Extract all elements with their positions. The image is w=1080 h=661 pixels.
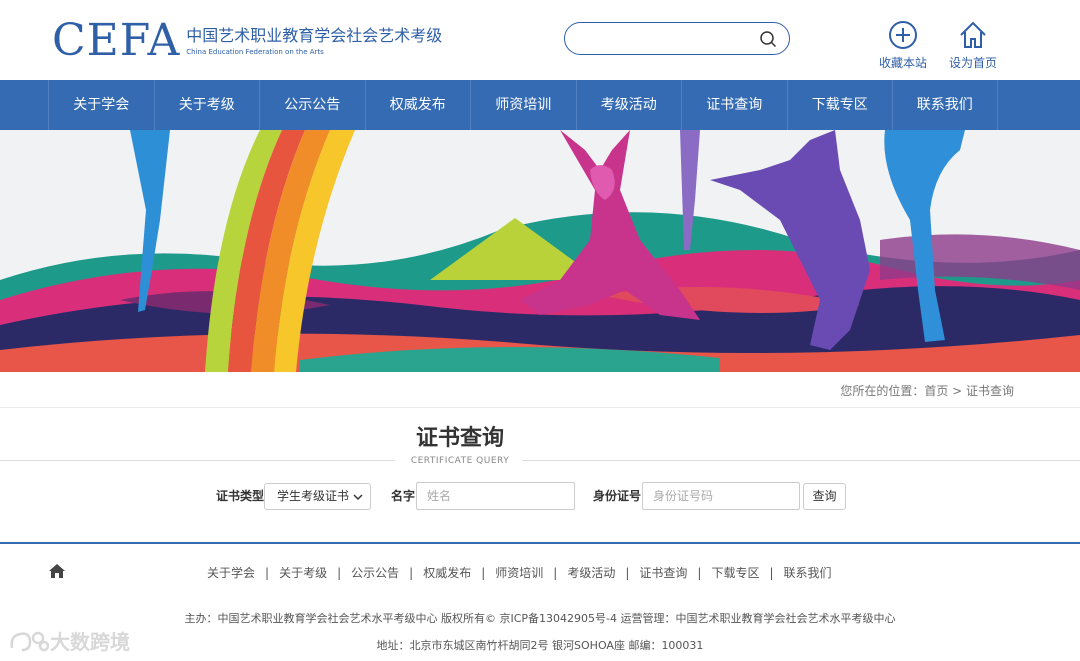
search-input[interactable] [579,29,749,49]
nav-item-announcements[interactable]: 公示公告 [259,80,365,130]
nav-item-about-society[interactable]: 关于学会 [48,80,154,130]
nav-item-exam-activities[interactable]: 考级活动 [575,80,682,130]
query-button[interactable]: 查询 [803,483,846,510]
footer-address: 地址：北京市东城区南竹杆胡同2号 银河SOHOA座 邮编：100031 [376,639,704,652]
site-header: CEFA 中国艺术职业教育学会社会艺术考级 China Education Fe… [0,0,1080,80]
footer-divider [0,542,1080,544]
footer-separator: | [481,566,486,580]
title-divider-right [522,460,1080,461]
footer-separator: | [625,566,630,580]
footer-separator: | [337,566,342,580]
watermark-logo-icon [10,631,50,651]
footer-separator: | [553,566,558,580]
footer-link-announcements[interactable]: 公示公告 [351,566,399,580]
chevron-down-icon [353,494,363,501]
id-number-input[interactable]: 身份证号码 [642,482,800,510]
hero-banner [0,130,1080,372]
nav-item-about-exam[interactable]: 关于考级 [153,80,260,130]
set-homepage-button[interactable]: 设为首页 [943,20,1003,71]
footer-links: 关于学会 | 关于考级 | 公示公告 | 权威发布 | 师资培训 | 考级活动 | 证书查询 | 下载专区 |… [207,564,832,581]
name-input[interactable]: 姓名 [416,482,575,510]
page-title: 证书查询 [415,426,504,451]
section-title: 证书查询 CERTIFICATE QUERY [395,424,525,466]
breadcrumb: 您所在的位置：首页 > 证书查询 [840,384,1014,398]
add-favorite-label: 收藏本站 [878,56,927,70]
watermark: 大数跨境 [8,626,130,655]
id-number-label: 身份证号 [593,489,642,503]
nav-item-teacher-training[interactable]: 师资培训 [470,80,576,130]
footer-separator: | [769,566,774,580]
nav-item-contact[interactable]: 联系我们 [892,80,998,130]
plus-circle-icon [889,21,917,49]
certificate-type-select[interactable]: 学生考级证书 [264,483,371,510]
footer-link-contact[interactable]: 联系我们 [784,566,832,580]
main-nav: 关于学会 关于考级 公示公告 权威发布 师资培训 考级活动 证书查询 下载专区 … [0,80,1080,130]
footer-link-about-exam[interactable]: 关于考级 [279,566,327,580]
certificate-query-form: 证书类型 学生考级证书 名字 姓名 身份证号 身份证号码 查询 [0,482,1080,510]
title-divider-left [0,460,395,461]
home-outline-icon [960,21,986,48]
banner-artwork [0,130,1080,372]
footer-copyright: 主办：中国艺术职业教育学会社会艺术水平考级中心 版权所有© 京ICP备13042… [184,612,896,625]
home-icon[interactable] [48,563,66,579]
set-homepage-label: 设为首页 [948,56,997,70]
watermark-text: 大数跨境 [50,630,130,654]
footer-link-exam-activities[interactable]: 考级活动 [567,566,615,580]
nav-item-downloads[interactable]: 下载专区 [786,80,893,130]
footer-link-official-release[interactable]: 权威发布 [423,566,471,580]
search-icon[interactable] [759,30,777,48]
nav-item-certificate-query[interactable]: 证书查询 [681,80,787,130]
footer-link-teacher-training[interactable]: 师资培训 [495,566,543,580]
nav-item-official-release[interactable]: 权威发布 [364,80,471,130]
divider [0,407,1080,408]
name-label: 名字 [391,489,416,503]
footer-separator: | [409,566,414,580]
search-box [564,22,790,55]
certificate-type-label: 证书类型 [216,489,265,503]
site-logo[interactable]: CEFA 中国艺术职业教育学会社会艺术考级 China Education Fe… [52,18,442,64]
footer-link-downloads[interactable]: 下载专区 [711,566,759,580]
footer-link-certificate-query[interactable]: 证书查询 [639,566,687,580]
certificate-type-value: 学生考级证书 [277,489,350,503]
logo-chinese-name: 中国艺术职业教育学会社会艺术考级 [186,26,443,45]
logo-mark: CEFA [52,15,181,66]
footer-link-about-society[interactable]: 关于学会 [207,566,255,580]
logo-text: 中国艺术职业教育学会社会艺术考级 China Education Federat… [186,26,442,58]
logo-english-name: China Education Federation on the Arts [186,48,324,56]
page-subtitle: CERTIFICATE QUERY [410,456,510,466]
add-favorite-button[interactable]: 收藏本站 [873,20,933,71]
footer-separator: | [265,566,270,580]
footer-separator: | [697,566,702,580]
